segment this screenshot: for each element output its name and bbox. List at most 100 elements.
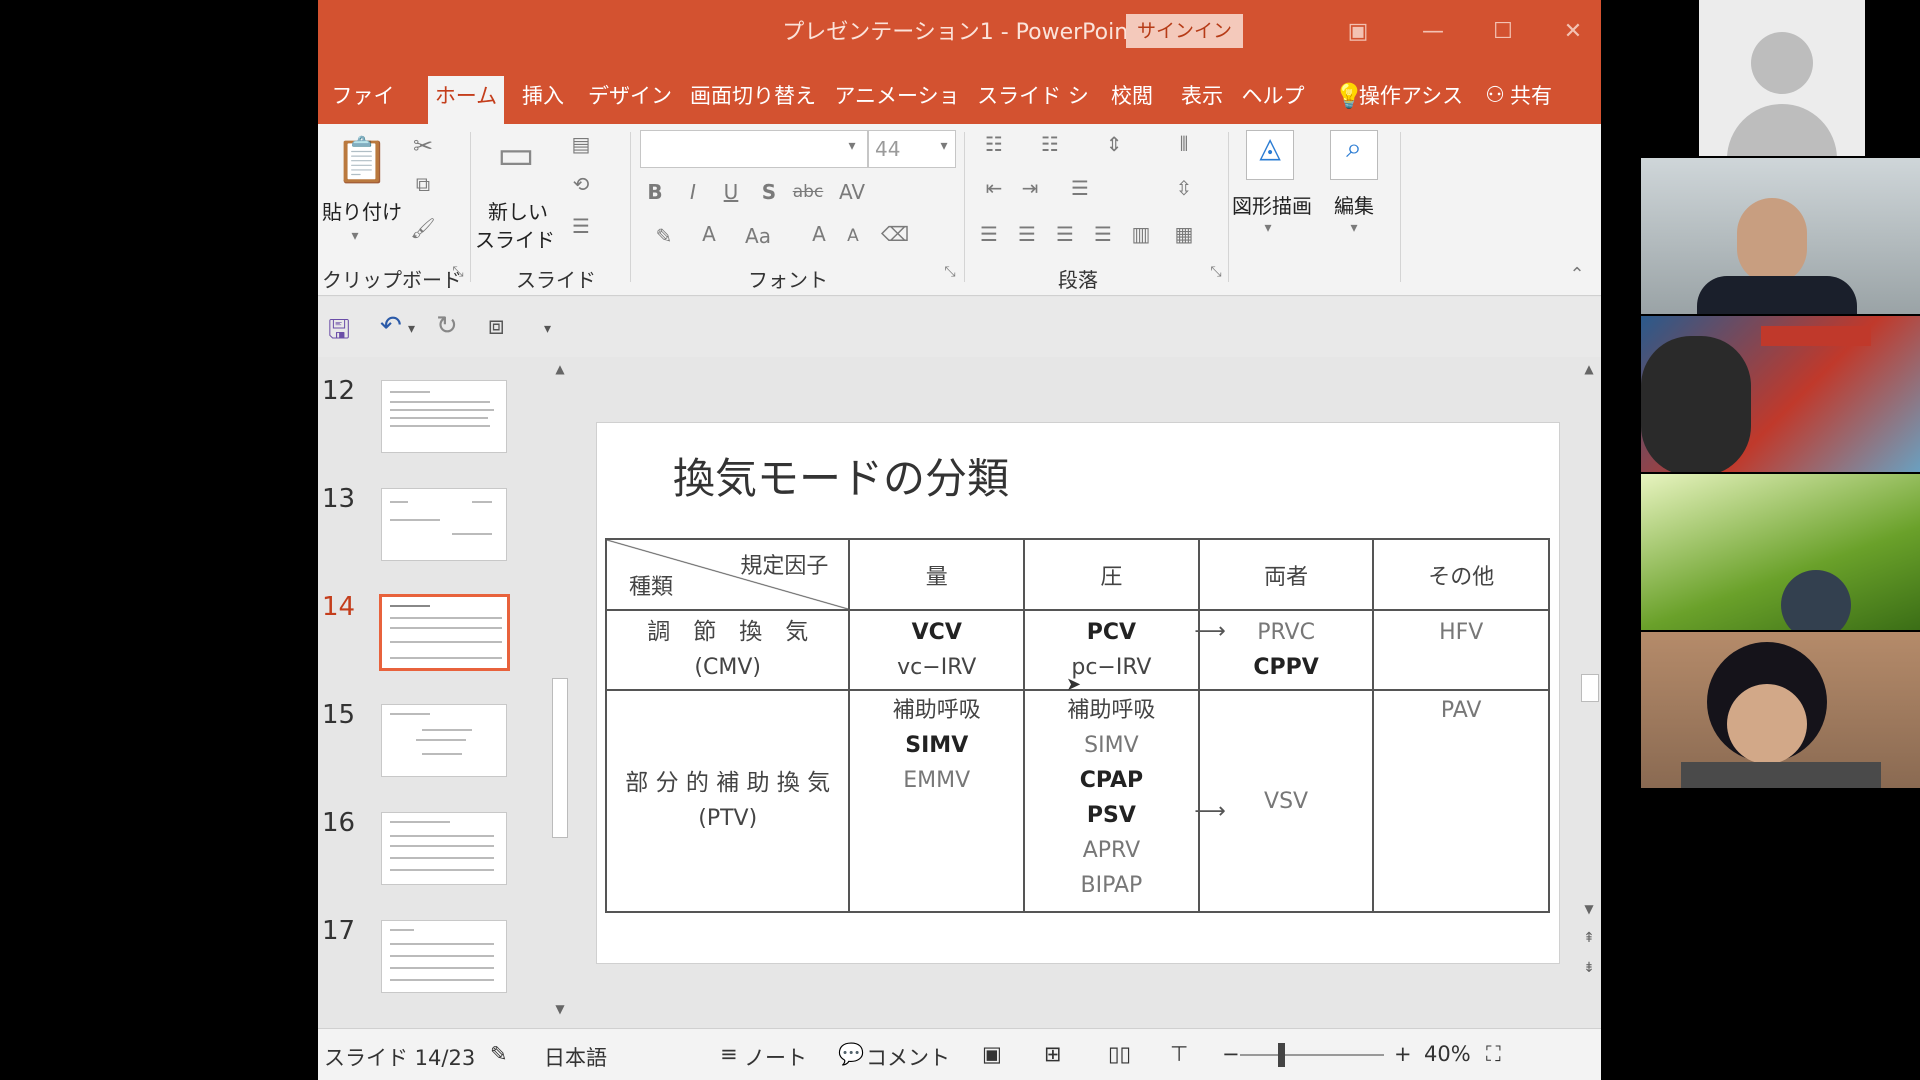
decrease-font-icon[interactable]: A <box>838 226 868 246</box>
edit-label[interactable]: 編集 <box>1322 190 1386 219</box>
slide-scroll-thumb[interactable] <box>1581 674 1599 702</box>
scroll-down-icon[interactable]: ▼ <box>1581 902 1597 922</box>
font-launcher-icon[interactable]: ⤡ <box>940 264 960 280</box>
language-indicator[interactable]: 日本語 <box>544 1042 607 1072</box>
clipboard-launcher-icon[interactable]: ⤡ <box>448 264 468 280</box>
slide-title[interactable]: 換気モードの分類 <box>673 445 1009 506</box>
tab-help[interactable]: ヘルプ <box>1240 76 1306 124</box>
redo-icon[interactable]: ↻ <box>436 311 458 341</box>
undo-icon[interactable]: ↶ <box>380 311 402 341</box>
maximize-icon[interactable]: ☐ <box>1483 12 1523 52</box>
smartart-icon[interactable]: ▦ <box>1164 222 1204 246</box>
participant-avatar-tile[interactable] <box>1699 0 1865 156</box>
line-spacing-icon[interactable]: ⇕ <box>1094 132 1134 156</box>
italic-icon[interactable]: I <box>678 180 708 204</box>
scroll-up-icon[interactable]: ▲ <box>1581 362 1597 382</box>
normal-view-icon[interactable]: ▣ <box>982 1042 1002 1066</box>
customize-qat-icon[interactable]: ▾ <box>544 321 551 337</box>
slide-thumbnail[interactable] <box>381 920 507 993</box>
comments-button[interactable]: コメント <box>866 1042 950 1072</box>
zoom-out-icon[interactable]: − <box>1222 1042 1240 1066</box>
zoom-slider-track[interactable] <box>1240 1054 1384 1056</box>
slide-thumbnail[interactable] <box>381 488 507 561</box>
format-painter-icon[interactable]: 🖌 <box>408 216 438 240</box>
slide-sorter-icon[interactable]: ⊞ <box>1044 1042 1062 1066</box>
paste-dropdown-icon[interactable]: ▾ <box>340 228 370 244</box>
align-center-icon[interactable]: ☰ <box>1012 222 1042 246</box>
slide-thumbnail[interactable] <box>381 704 507 777</box>
font-size-dropdown-icon[interactable]: ▾ <box>934 138 954 154</box>
new-slide-label-1[interactable]: 新しい <box>478 196 558 225</box>
tell-me-search[interactable]: 操作アシス <box>1358 76 1464 124</box>
increase-indent-icon[interactable]: ⇥ <box>1010 176 1050 200</box>
change-case-icon[interactable]: Aa <box>738 224 778 248</box>
reading-view-icon[interactable]: ▯▯ <box>1108 1042 1131 1066</box>
strikethrough-icon[interactable]: abc <box>788 182 828 202</box>
slide-thumbnail[interactable] <box>381 812 507 885</box>
thumbnails-scrollbar[interactable]: ▲ ▼ <box>548 358 572 1028</box>
participant-video-tile[interactable] <box>1641 474 1920 630</box>
increase-font-icon[interactable]: A <box>804 222 834 246</box>
zoom-slider-thumb[interactable] <box>1278 1043 1285 1067</box>
tab-review[interactable]: 校閲 <box>1102 76 1162 124</box>
tab-animations[interactable]: アニメーション <box>828 76 966 148</box>
section-icon[interactable]: ☰ <box>566 214 596 238</box>
distributed-icon[interactable]: ▥ <box>1126 222 1156 246</box>
reset-icon[interactable]: ⟲ <box>566 172 596 196</box>
highlight-icon[interactable]: ✎ <box>644 224 684 248</box>
decrease-indent-icon[interactable]: ⇤ <box>974 176 1014 200</box>
share-button[interactable]: 共有 <box>1506 76 1556 124</box>
minimize-icon[interactable]: — <box>1413 12 1453 52</box>
shadow-icon[interactable]: S <box>754 180 784 204</box>
close-icon[interactable]: ✕ <box>1553 12 1593 52</box>
scroll-thumb[interactable] <box>552 678 568 838</box>
tab-design[interactable]: デザイン <box>582 76 678 124</box>
copy-icon[interactable]: ⧉ <box>408 172 438 196</box>
underline-icon[interactable]: U <box>716 180 746 204</box>
slideshow-view-icon[interactable]: ⊤ <box>1170 1042 1188 1066</box>
draw-label[interactable]: 図形描画 <box>1226 190 1318 219</box>
slideshow-start-icon[interactable]: ⧈ <box>488 311 505 342</box>
ribbon-display-icon[interactable]: ▣ <box>1338 12 1378 52</box>
tab-home[interactable]: ホーム <box>428 76 504 124</box>
cut-icon[interactable]: ✂ <box>408 132 438 160</box>
font-name-dropdown-icon[interactable]: ▾ <box>842 138 862 154</box>
columns-icon[interactable]: ☰ <box>1060 176 1100 200</box>
paste-icon[interactable]: 📋 <box>334 134 390 190</box>
numbering-icon[interactable]: ☷ <box>1030 132 1070 156</box>
align-left-icon[interactable]: ☰ <box>974 222 1004 246</box>
slide-thumbnail-active[interactable] <box>379 594 510 671</box>
font-color-icon[interactable]: A <box>694 222 724 246</box>
font-name-input[interactable] <box>640 130 868 168</box>
fit-to-window-icon[interactable]: ⛶ <box>1486 1042 1501 1067</box>
previous-slide-icon[interactable]: ⇞ <box>1581 930 1597 950</box>
participant-video-tile[interactable] <box>1641 632 1920 788</box>
zoom-level[interactable]: 40% <box>1424 1042 1471 1066</box>
scroll-up-icon[interactable]: ▲ <box>552 362 568 382</box>
layout-icon[interactable]: ▤ <box>566 132 596 156</box>
char-spacing-icon[interactable]: AV <box>832 180 872 204</box>
save-icon[interactable]: 🖫 <box>328 311 350 355</box>
signin-button[interactable]: サインイン <box>1126 14 1243 48</box>
search-icon[interactable]: ⌕ <box>1330 130 1378 180</box>
tab-file[interactable]: ファイル <box>322 76 404 148</box>
participant-video-tile[interactable] <box>1641 158 1920 314</box>
tab-view[interactable]: 表示 <box>1172 76 1232 124</box>
next-slide-icon[interactable]: ⇟ <box>1581 960 1597 980</box>
participant-video-tile[interactable] <box>1641 316 1920 472</box>
notes-button[interactable]: ノート <box>744 1042 807 1072</box>
edit-dropdown-icon[interactable]: ▾ <box>1344 220 1364 236</box>
zoom-in-icon[interactable]: + <box>1394 1042 1412 1066</box>
new-slide-label-2[interactable]: スライド <box>470 224 560 253</box>
justify-icon[interactable]: ☰ <box>1088 222 1118 246</box>
paragraph-launcher-icon[interactable]: ⤡ <box>1206 264 1226 280</box>
align-right-icon[interactable]: ☰ <box>1050 222 1080 246</box>
shapes-icon[interactable]: ◬ <box>1246 130 1294 180</box>
collapse-ribbon-icon[interactable]: ⌃ <box>1562 264 1592 285</box>
tab-insert[interactable]: 挿入 <box>514 76 572 124</box>
spellcheck-icon[interactable]: ✎ <box>490 1042 508 1066</box>
slide-thumbnail[interactable] <box>381 380 507 453</box>
scroll-down-icon[interactable]: ▼ <box>552 1002 568 1022</box>
undo-dropdown-icon[interactable]: ▾ <box>408 321 415 337</box>
align-text-icon[interactable]: ⇳ <box>1164 176 1204 200</box>
